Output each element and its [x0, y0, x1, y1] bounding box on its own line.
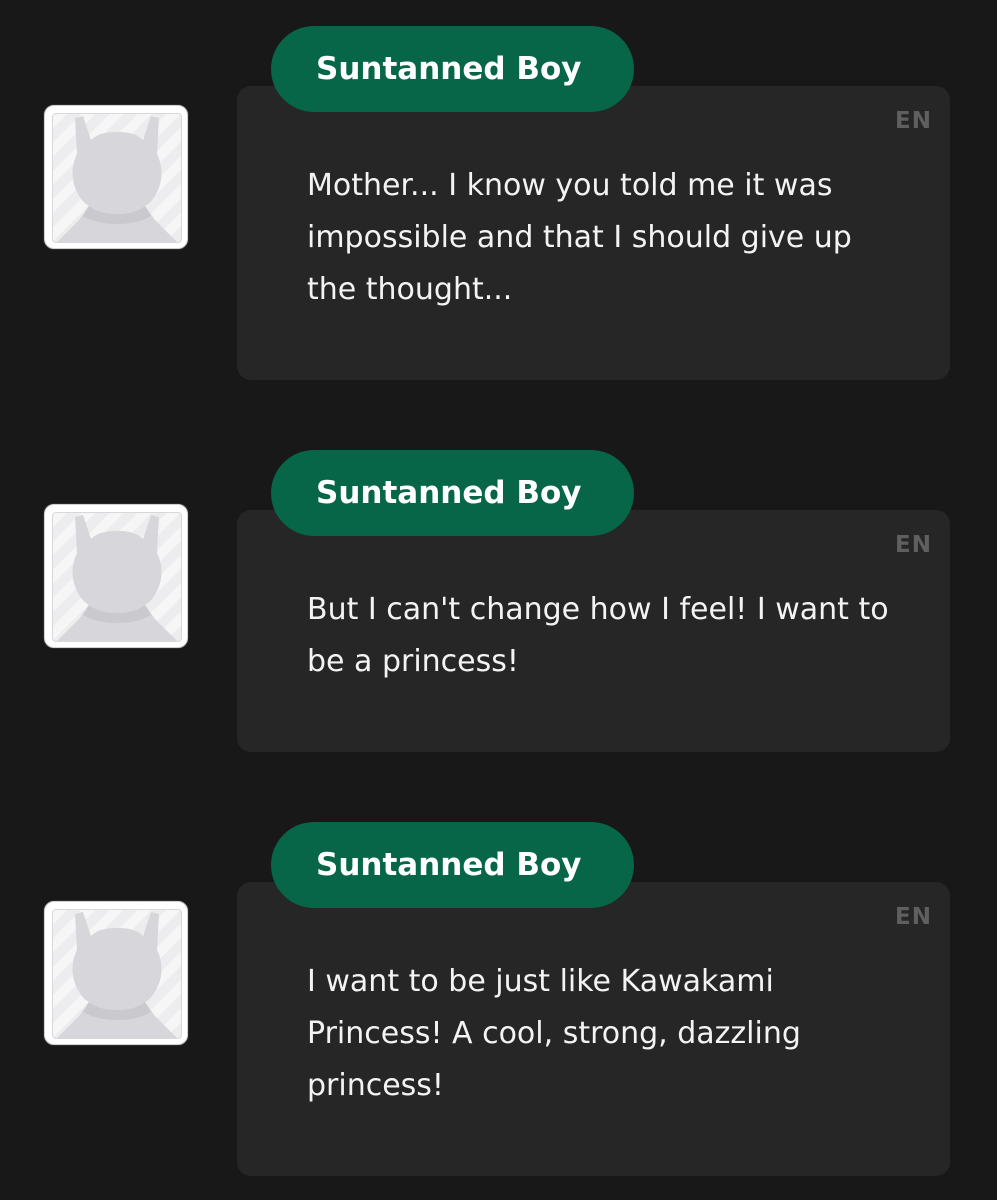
- speaker-name-tag: Suntanned Boy: [271, 26, 634, 112]
- language-label: EN: [895, 904, 932, 930]
- message-text: But I can't change how I feel! I want to…: [307, 592, 889, 679]
- silhouette-icon: [57, 515, 177, 641]
- message-text: I want to be just like Kawakami Princess…: [307, 964, 801, 1103]
- avatar: [44, 504, 188, 648]
- avatar: [44, 901, 188, 1045]
- language-label: EN: [895, 532, 932, 558]
- message-bubble: EN I want to be just like Kawakami Princ…: [237, 882, 950, 1176]
- speaker-name-tag: Suntanned Boy: [271, 450, 634, 536]
- message-bubble: EN But I can't change how I feel! I want…: [237, 510, 950, 752]
- silhouette-icon: [57, 912, 177, 1038]
- speaker-name-tag: Suntanned Boy: [271, 822, 634, 908]
